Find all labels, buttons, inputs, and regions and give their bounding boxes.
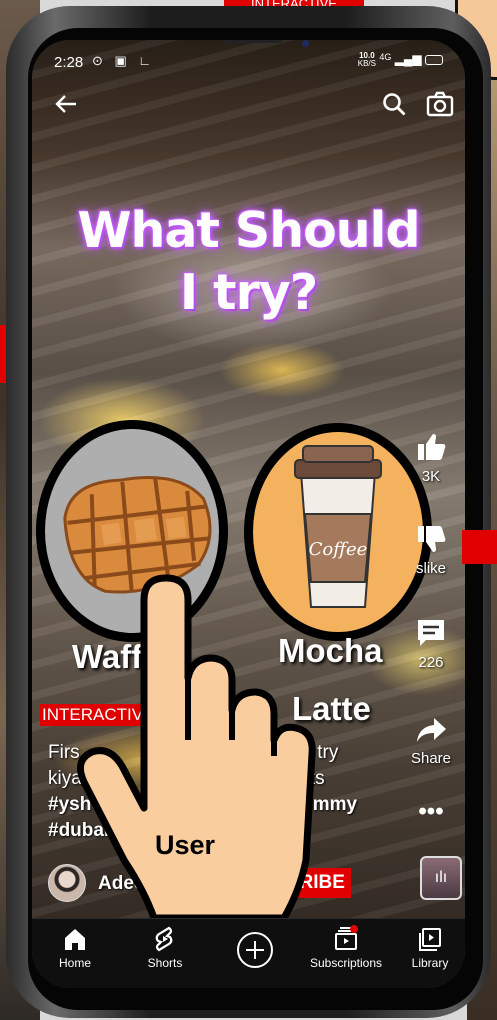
like-count: 3K [421, 468, 441, 485]
comment-icon [418, 620, 444, 646]
library-icon [419, 928, 441, 951]
signal-icon: ▂▄▆ [394, 52, 422, 67]
thumbs-down-icon [418, 526, 446, 552]
status-right: 10.0 KB/S 4G ▂▄▆ [358, 52, 443, 68]
red-marker-right [462, 530, 497, 564]
share-button[interactable]: Share [405, 712, 457, 767]
sound-thumbnail-icon[interactable]: ılı [420, 856, 462, 900]
nav-shorts[interactable]: Shorts [125, 924, 205, 970]
shorts-icon [155, 926, 173, 952]
user-label: User [155, 830, 216, 860]
camera-icon[interactable] [425, 89, 455, 119]
home-icon [65, 929, 85, 950]
comments-button[interactable]: 226 [405, 616, 457, 671]
nav-library[interactable]: Library [400, 924, 460, 970]
battery-icon [425, 55, 443, 65]
hand-pointer-icon [76, 574, 316, 918]
more-options-icon[interactable]: ••• [405, 798, 457, 826]
cup-text: Coffee [309, 539, 368, 560]
nav-home-label: Home [58, 956, 91, 970]
video-title-overlay: What Should I try? [32, 200, 465, 324]
notification-icons: ⊙ ▣ ∟ [92, 53, 156, 68]
title-line-2: I try? [179, 264, 318, 321]
bottom-navigation: Home Shorts Subscriptions Library [32, 918, 465, 988]
subscriptions-icon [335, 925, 358, 950]
status-bar: 2:28 ⊙ ▣ ∟ 10.0 KB/S 4G ▂▄▆ [32, 40, 465, 80]
nav-library-label: Library [411, 956, 449, 970]
share-icon [417, 718, 446, 742]
nav-shorts-label: Shorts [147, 956, 183, 970]
network-type: 4G [379, 52, 392, 62]
clock: 2:28 [54, 54, 84, 71]
share-label: Share [410, 750, 452, 767]
nav-subscriptions[interactable]: Subscriptions [301, 924, 391, 970]
nav-subscriptions-label: Subscriptions [309, 956, 383, 970]
create-icon [237, 932, 273, 968]
dislike-label: slike [415, 560, 446, 577]
title-line-1: What Should [77, 202, 420, 259]
dislike-button[interactable]: slike [405, 522, 457, 577]
thumbs-up-icon [418, 434, 446, 460]
like-button[interactable]: 3K [405, 430, 457, 485]
comments-count: 226 [418, 654, 444, 671]
back-arrow-icon[interactable] [52, 90, 80, 118]
nav-home[interactable]: Home [35, 924, 115, 970]
phone-screen: 2:28 ⊙ ▣ ∟ 10.0 KB/S 4G ▂▄▆ What Should I… [32, 40, 465, 988]
search-icon[interactable] [380, 90, 408, 118]
shorts-top-bar [32, 86, 465, 126]
nav-create[interactable] [215, 924, 295, 970]
network-speed: 10.0 KB/S [357, 51, 376, 68]
